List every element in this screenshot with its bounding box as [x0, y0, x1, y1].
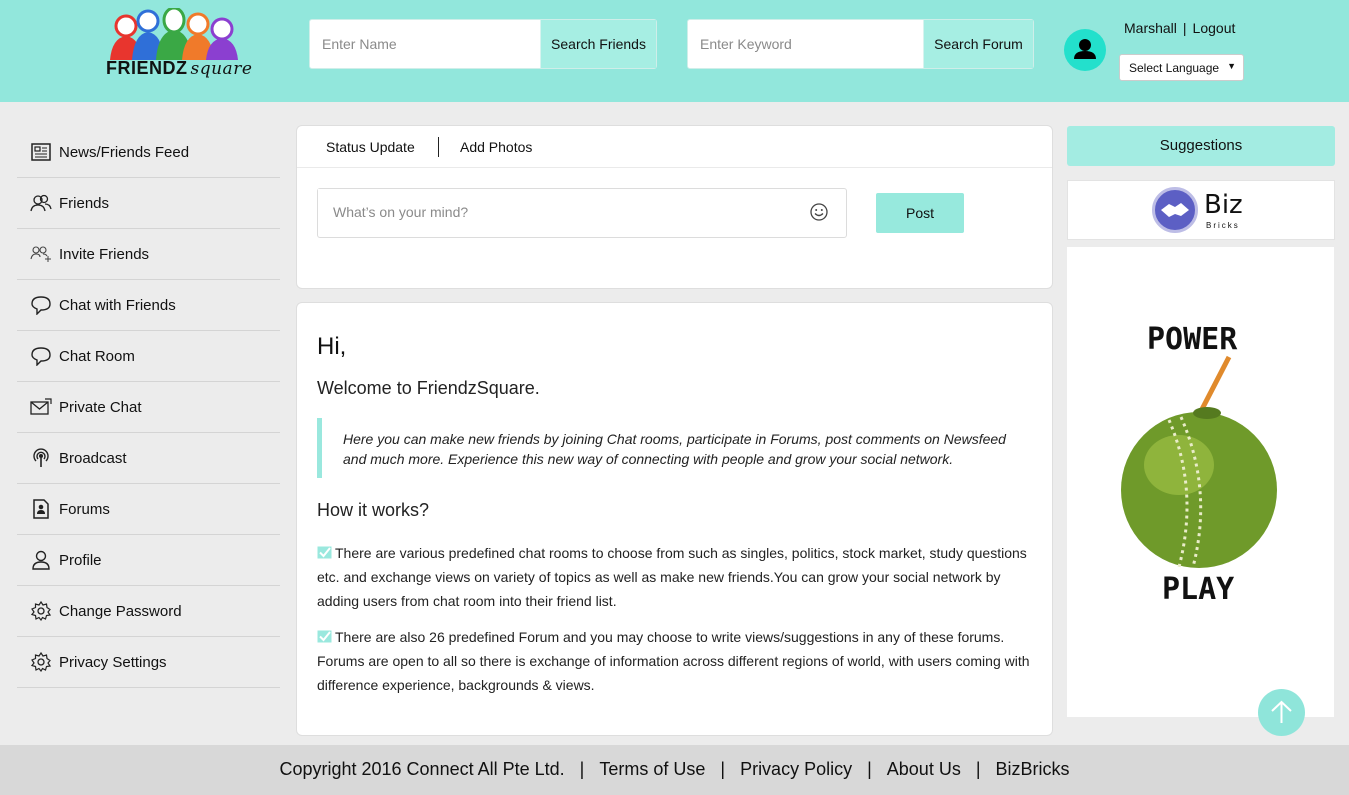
checkbox-icon — [317, 630, 332, 643]
sidebar-item-label: News/Friends Feed — [59, 143, 190, 161]
private-mail-icon — [30, 396, 52, 418]
forum-document-icon — [30, 498, 52, 520]
broadcast-icon — [30, 447, 52, 469]
friends-icon — [30, 192, 52, 214]
user-avatar-icon — [1074, 39, 1096, 59]
welcome-quote: Here you can make new friends by joining… — [317, 418, 1032, 478]
chat-bubble-icon — [30, 345, 52, 367]
separator: | — [867, 759, 872, 779]
emoji-icon[interactable] — [810, 203, 828, 221]
sidebar-item-label: Privacy Settings — [59, 653, 167, 671]
sidebar-item-news-feed[interactable]: News/Friends Feed — [17, 127, 280, 178]
sidebar-nav: News/Friends Feed Friends Invite Friends… — [17, 127, 280, 688]
language-select[interactable]: Select Language ▼ — [1119, 54, 1244, 81]
sidebar-item-forums[interactable]: Forums — [17, 484, 280, 535]
bizbricks-link[interactable]: BizBricks — [996, 759, 1070, 779]
friendzsquare-logo[interactable]: FRIENDZ square — [104, 6, 253, 84]
how-it-works-point: There are also 26 predefined Forum and y… — [317, 625, 1032, 697]
arrow-up-icon — [1271, 700, 1292, 723]
sidebar-item-profile[interactable]: Profile — [17, 535, 280, 586]
search-forum-button[interactable]: Search Forum — [923, 20, 1033, 68]
separator: | — [975, 759, 981, 779]
forum-search: Search Forum — [687, 19, 1034, 69]
footer: Copyright 2016 Connect All Pte Ltd. | Term… — [0, 745, 1349, 795]
sidebar-item-label: Invite Friends — [59, 245, 150, 263]
post-button[interactable]: Post — [876, 193, 964, 233]
separator: | — [579, 759, 585, 779]
username-link[interactable]: Marshall — [1124, 20, 1177, 36]
logout-link[interactable]: Logout — [1193, 20, 1236, 36]
status-input[interactable] — [318, 189, 788, 235]
search-friends-button[interactable]: Search Friends — [540, 20, 656, 68]
sidebar-item-label: Forums — [59, 500, 110, 518]
sidebar-item-label: Private Chat — [59, 398, 142, 416]
status-input-box — [317, 188, 847, 238]
user-avatar[interactable] — [1064, 29, 1106, 71]
chat-bubble-icon — [30, 294, 52, 316]
sidebar-item-label: Broadcast — [59, 449, 127, 467]
greeting: Hi, — [317, 333, 347, 360]
ad-headline: POWER — [1147, 322, 1238, 357]
status-tabs: Status Update Add Photos — [297, 126, 1052, 168]
terms-link[interactable]: Terms of Use — [599, 759, 705, 779]
sidebar-item-broadcast[interactable]: Broadcast — [17, 433, 280, 484]
user-links: Marshall | Logout — [1124, 20, 1235, 36]
how-it-works-title: How it works? — [317, 500, 430, 520]
coconut-ball-image — [1121, 355, 1277, 568]
sidebar-item-private-chat[interactable]: Private Chat — [17, 382, 280, 433]
sidebar-item-label: Friends — [59, 194, 110, 212]
point-text: There are also 26 predefined Forum and y… — [317, 629, 1030, 693]
name-search-input[interactable] — [310, 20, 540, 68]
biz-logo-text: Biz — [1204, 190, 1243, 220]
header: FRIENDZsquare Search Friends Search Foru… — [0, 0, 1349, 102]
welcome-title: Welcome to FriendzSquare. — [317, 378, 540, 398]
name-search: Search Friends — [309, 19, 657, 69]
tab-add-photos[interactable]: Add Photos — [460, 139, 532, 155]
sidebar-item-chat-with-friends[interactable]: Chat with Friends — [17, 280, 280, 331]
tab-status-update[interactable]: Status Update — [326, 139, 415, 155]
sidebar-item-label: Chat Room — [59, 347, 135, 365]
welcome-card: Hi, Welcome to FriendzSquare. Here you c… — [296, 302, 1053, 736]
tab-divider — [438, 137, 439, 157]
sidebar-item-chat-room[interactable]: Chat Room — [17, 331, 280, 382]
power-play-ad[interactable]: POWER PLAY — [1067, 247, 1334, 717]
sidebar-item-label: Chat with Friends — [59, 296, 176, 314]
copyright-text: Copyright 2016 Connect All Pte Ltd. — [279, 759, 565, 779]
profile-icon — [30, 549, 52, 571]
privacy-link[interactable]: Privacy Policy — [740, 759, 852, 779]
sidebar-item-privacy-settings[interactable]: Privacy Settings — [17, 637, 280, 688]
friends-logo-icon — [110, 6, 238, 60]
checkbox-icon — [317, 546, 332, 559]
biz-logo-subtext: Bricks — [1206, 221, 1240, 230]
separator: | — [720, 759, 726, 779]
ad-subheadline: PLAY — [1162, 572, 1235, 607]
point-text: There are various predefined chat rooms … — [317, 545, 1027, 609]
gear-icon — [30, 651, 52, 673]
forum-search-input[interactable] — [688, 20, 923, 68]
bizbricks-ad[interactable]: Biz Bricks — [1067, 180, 1335, 240]
newspaper-icon — [30, 141, 52, 163]
suggestions-header[interactable]: Suggestions — [1067, 126, 1335, 166]
sidebar-item-invite-friends[interactable]: Invite Friends — [17, 229, 280, 280]
gear-icon — [30, 600, 52, 622]
sidebar-item-label: Change Password — [59, 602, 182, 620]
language-select-label: Select Language — [1129, 61, 1220, 75]
sidebar-item-friends[interactable]: Friends — [17, 178, 280, 229]
handshake-icon — [1152, 187, 1198, 233]
invite-icon — [30, 243, 52, 265]
sidebar-item-label: Profile — [59, 551, 102, 569]
status-update-card: Status Update Add Photos Post — [296, 125, 1053, 289]
sidebar-item-change-password[interactable]: Change Password — [17, 586, 280, 637]
dropdown-arrow-icon: ▼ — [1227, 61, 1236, 71]
about-link[interactable]: About Us — [887, 759, 961, 779]
logo-text: FRIENDZ square — [106, 58, 253, 79]
separator: | — [1182, 20, 1187, 36]
how-it-works-point: There are various predefined chat rooms … — [317, 541, 1032, 613]
scroll-to-top-button[interactable] — [1258, 689, 1305, 736]
